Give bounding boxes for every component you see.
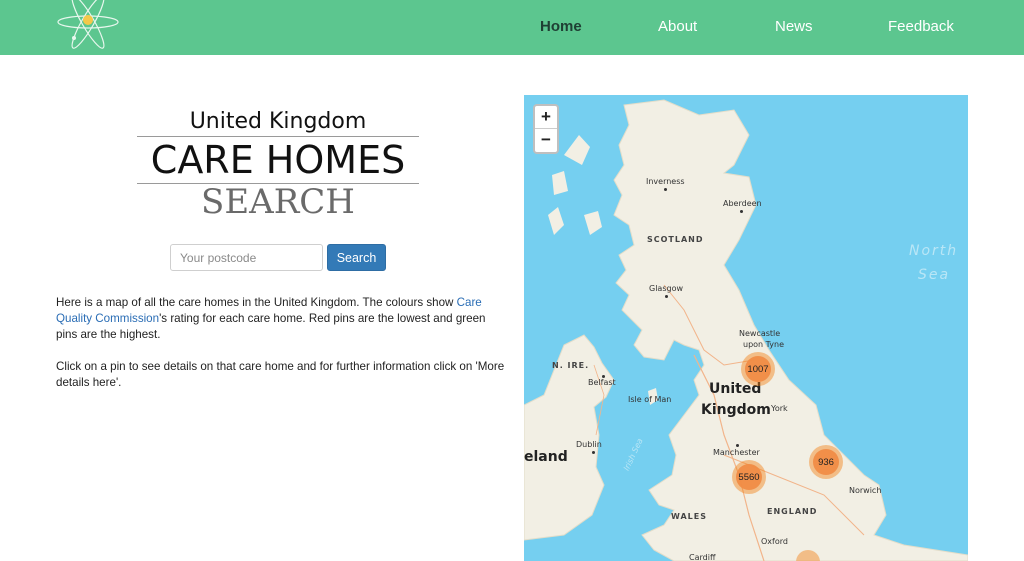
title-sub: SEARCH [201, 182, 355, 222]
label-north-sea-1: North [909, 243, 959, 259]
zoom-control: + − [533, 104, 559, 154]
navbar: Home About News Feedback [0, 0, 1024, 55]
label-newcastle-1: Newcastle [739, 329, 781, 338]
nav-feedback-link[interactable]: Feedback [888, 18, 954, 35]
cluster-count: 1007 [745, 356, 771, 382]
dot-glasgow [665, 295, 668, 298]
dot-dublin [592, 451, 595, 454]
label-oxford: Oxford [761, 537, 788, 546]
label-dublin: Dublin [576, 440, 602, 449]
cluster-count: 936 [813, 449, 839, 475]
label-scotland: SCOTLAND [647, 235, 704, 244]
label-isle-of-man: Isle of Man [628, 395, 672, 404]
cluster-count: 5560 [736, 464, 762, 490]
label-ireland: eland [524, 449, 568, 465]
zoom-out-button[interactable]: − [535, 129, 557, 152]
label-belfast: Belfast [588, 378, 616, 387]
label-cardiff: Cardiff [689, 553, 716, 561]
dot-aberdeen [740, 210, 743, 213]
label-manchester: Manchester [713, 448, 760, 457]
label-aberdeen: Aberdeen [723, 199, 762, 208]
label-n-ire: N. IRE. [552, 361, 590, 370]
label-uk-2: Kingdom [701, 402, 771, 418]
description: Here is a map of all the care homes in t… [56, 295, 506, 407]
cluster-marker[interactable]: 1007 [741, 352, 775, 386]
zoom-in-button[interactable]: + [535, 106, 557, 129]
cluster-marker[interactable]: 5560 [732, 460, 766, 494]
label-glasgow: Glasgow [649, 284, 684, 293]
nav-home-link[interactable]: Home [540, 18, 582, 35]
atom-logo-icon[interactable] [54, 0, 124, 52]
title-top: United Kingdom [189, 109, 367, 134]
nav-about-link[interactable]: About [658, 18, 697, 35]
dot-belfast [602, 375, 605, 378]
map[interactable]: + − Inverness Aberdeen SCOTLAND Glasgow … [524, 95, 968, 561]
search-button[interactable]: Search [327, 244, 386, 271]
postcode-input[interactable] [170, 244, 323, 271]
label-newcastle-2: upon Tyne [743, 340, 785, 349]
site-title: United Kingdom CARE HOMES SEARCH [137, 108, 419, 222]
cluster-marker[interactable]: 936 [809, 445, 843, 479]
dot-inverness [664, 188, 667, 191]
label-wales: WALES [671, 512, 707, 521]
nav-news-link[interactable]: News [775, 18, 813, 35]
label-inverness: Inverness [646, 177, 685, 186]
label-england: ENGLAND [767, 507, 818, 516]
title-main: CARE HOMES [150, 138, 406, 182]
description-paragraph-2: Click on a pin to see details on that ca… [56, 360, 505, 389]
label-norwich: Norwich [849, 486, 882, 495]
label-north-sea-2: Sea [918, 267, 951, 283]
description-text-1: Here is a map of all the care homes in t… [56, 296, 457, 309]
label-york: York [771, 404, 788, 413]
dot-manchester [736, 444, 739, 447]
description-paragraph-1: Here is a map of all the care homes in t… [56, 295, 506, 343]
